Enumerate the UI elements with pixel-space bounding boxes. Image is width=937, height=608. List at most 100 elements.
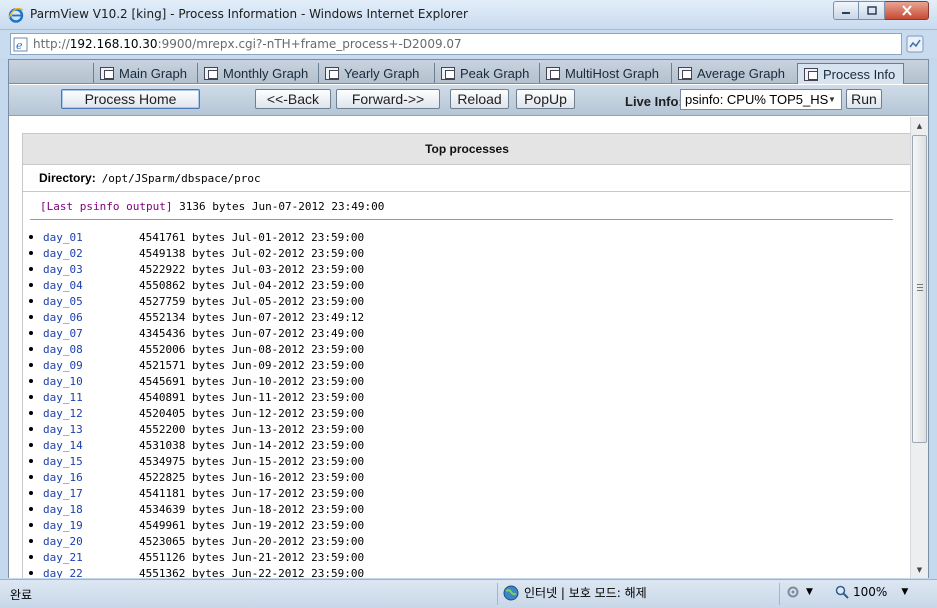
reload-button[interactable]: Reload: [450, 89, 509, 109]
window-title: ParmView V10.2 [king] - Process Informat…: [30, 7, 468, 21]
settings-icon: [787, 586, 799, 598]
tab-yearly-graph[interactable]: Yearly Graph: [318, 63, 419, 83]
chevron-down-icon: ▼: [828, 95, 836, 104]
file-info: 4552200 bytes Jun-13-2012 23:59:00: [139, 422, 365, 436]
security-zone[interactable]: 인터넷 | 보호 모드: 해제: [503, 584, 647, 601]
bullet-icon: [29, 283, 33, 287]
window-icon: [204, 66, 218, 80]
vertical-scrollbar[interactable]: ▲ ▼: [910, 117, 928, 578]
file-info: 4522825 bytes Jun-16-2012 23:59:00: [139, 470, 365, 484]
file-link[interactable]: day_16: [43, 471, 139, 484]
bullet-icon: [29, 555, 33, 559]
close-window-button[interactable]: [885, 1, 929, 20]
tab-peak-graph[interactable]: Peak Graph: [434, 63, 529, 83]
file-link[interactable]: day_04: [43, 279, 139, 292]
list-item: day_13 4552200 bytes Jun-13-2012 23:59:00: [26, 421, 364, 437]
forward-button[interactable]: Forward->>: [336, 89, 440, 109]
scroll-down-icon[interactable]: ▼: [911, 561, 928, 578]
file-link[interactable]: day_06: [43, 311, 139, 324]
list-item: day_16 4522825 bytes Jun-16-2012 23:59:00: [26, 469, 364, 485]
list-item: day_07 4345436 bytes Jun-07-2012 23:49:00: [26, 325, 364, 341]
nav-tabs: Main Graph Monthly Graph Yearly Graph Pe…: [9, 60, 928, 84]
file-link[interactable]: day_01: [43, 231, 139, 244]
content-area: Top processes Directory: /opt/JSparm/dbs…: [9, 117, 910, 578]
address-bar: e http://192.168.10.30:9900/mrepx.cgi?-n…: [0, 30, 937, 58]
file-info: 4522922 bytes Jul-03-2012 23:59:00: [139, 262, 365, 276]
window-icon: [678, 66, 692, 80]
tab-main-graph[interactable]: Main Graph: [93, 63, 187, 83]
list-item: day_19 4549961 bytes Jun-19-2012 23:59:00: [26, 517, 364, 533]
file-info: 4527759 bytes Jul-05-2012 23:59:00: [139, 294, 365, 308]
file-link[interactable]: day_14: [43, 439, 139, 452]
settings-dropdown[interactable]: ▼: [786, 585, 813, 599]
list-item: day_04 4550862 bytes Jul-04-2012 23:59:00: [26, 277, 364, 293]
minimize-button[interactable]: [833, 1, 859, 20]
status-divider: [497, 583, 498, 605]
back-button[interactable]: <<-Back: [255, 89, 331, 109]
file-info: 4534975 bytes Jun-15-2012 23:59:00: [139, 454, 365, 468]
file-info: 4545691 bytes Jun-10-2012 23:59:00: [139, 374, 365, 388]
svg-text:e: e: [16, 39, 23, 52]
window-title-bar: ParmView V10.2 [king] - Process Informat…: [0, 0, 937, 30]
list-item: day_09 4521571 bytes Jun-09-2012 23:59:00: [26, 357, 364, 373]
divider: [30, 219, 893, 220]
bullet-icon: [29, 379, 33, 383]
file-list: day_01 4541761 bytes Jul-01-2012 23:59:00…: [26, 229, 364, 578]
file-info: 4549138 bytes Jul-02-2012 23:59:00: [139, 246, 365, 260]
list-item: day_05 4527759 bytes Jul-05-2012 23:59:00: [26, 293, 364, 309]
last-output-row: [Last psinfo output] 3136 bytes Jun-07-2…: [40, 200, 384, 213]
bullet-icon: [29, 251, 33, 255]
file-link[interactable]: day_13: [43, 423, 139, 436]
tab-monthly-graph[interactable]: Monthly Graph: [197, 63, 308, 83]
file-info: 4552134 bytes Jun-07-2012 23:49:12: [139, 310, 365, 324]
file-link[interactable]: day_09: [43, 359, 139, 372]
top-processes-panel: Top processes Directory: /opt/JSparm/dbs…: [22, 133, 910, 578]
file-link[interactable]: day_18: [43, 503, 139, 516]
file-info: 4541181 bytes Jun-17-2012 23:59:00: [139, 486, 365, 500]
file-link[interactable]: day_03: [43, 263, 139, 276]
bullet-icon: [29, 331, 33, 335]
maximize-button[interactable]: [859, 1, 885, 20]
file-link[interactable]: day_20: [43, 535, 139, 548]
popup-button[interactable]: PopUp: [516, 89, 575, 109]
bullet-icon: [29, 235, 33, 239]
tab-process-info[interactable]: Process Info: [797, 63, 905, 84]
directory-value: /opt/JSparm/dbspace/proc: [101, 171, 261, 185]
file-link[interactable]: day_02: [43, 247, 139, 260]
tab-average-graph[interactable]: Average Graph: [671, 63, 785, 83]
minimize-icon: [842, 11, 850, 14]
list-item: day_14 4531038 bytes Jun-14-2012 23:59:00: [26, 437, 364, 453]
file-link[interactable]: day_19: [43, 519, 139, 532]
file-link[interactable]: day_05: [43, 295, 139, 308]
bullet-icon: [29, 427, 33, 431]
file-info: 4540891 bytes Jun-11-2012 23:59:00: [139, 390, 365, 404]
bullet-icon: [29, 539, 33, 543]
last-psinfo-link[interactable]: [Last psinfo output]: [40, 200, 172, 213]
file-link[interactable]: day_17: [43, 487, 139, 500]
process-home-button[interactable]: Process Home: [61, 89, 200, 109]
last-psinfo-info: 3136 bytes Jun-07-2012 23:49:00: [179, 200, 385, 213]
file-link[interactable]: day_10: [43, 375, 139, 388]
list-item: day_10 4545691 bytes Jun-10-2012 23:59:00: [26, 373, 364, 389]
file-link[interactable]: day_11: [43, 391, 139, 404]
scroll-up-icon[interactable]: ▲: [911, 117, 928, 134]
file-link[interactable]: day_07: [43, 327, 139, 340]
list-item: day_01 4541761 bytes Jul-01-2012 23:59:00: [26, 229, 364, 245]
file-link[interactable]: day_08: [43, 343, 139, 356]
list-item: day_02 4549138 bytes Jul-02-2012 23:59:00: [26, 245, 364, 261]
ie-icon: [8, 7, 24, 23]
file-link[interactable]: day_15: [43, 455, 139, 468]
zoom-control[interactable]: 100% ▼: [835, 585, 908, 599]
address-field[interactable]: e http://192.168.10.30:9900/mrepx.cgi?-n…: [10, 33, 902, 55]
grip-icon: [917, 284, 923, 291]
panel-title: Top processes: [23, 134, 910, 165]
bullet-icon: [29, 491, 33, 495]
run-button[interactable]: Run: [846, 89, 882, 109]
tab-multihost-graph[interactable]: MultiHost Graph: [539, 63, 659, 83]
file-link[interactable]: day_22: [43, 567, 139, 579]
live-info-select[interactable]: psinfo: CPU% TOP5_HS ▼: [680, 89, 842, 110]
scroll-thumb[interactable]: [912, 135, 927, 443]
file-link[interactable]: day_12: [43, 407, 139, 420]
compatibility-view-icon[interactable]: [906, 35, 924, 53]
file-link[interactable]: day_21: [43, 551, 139, 564]
